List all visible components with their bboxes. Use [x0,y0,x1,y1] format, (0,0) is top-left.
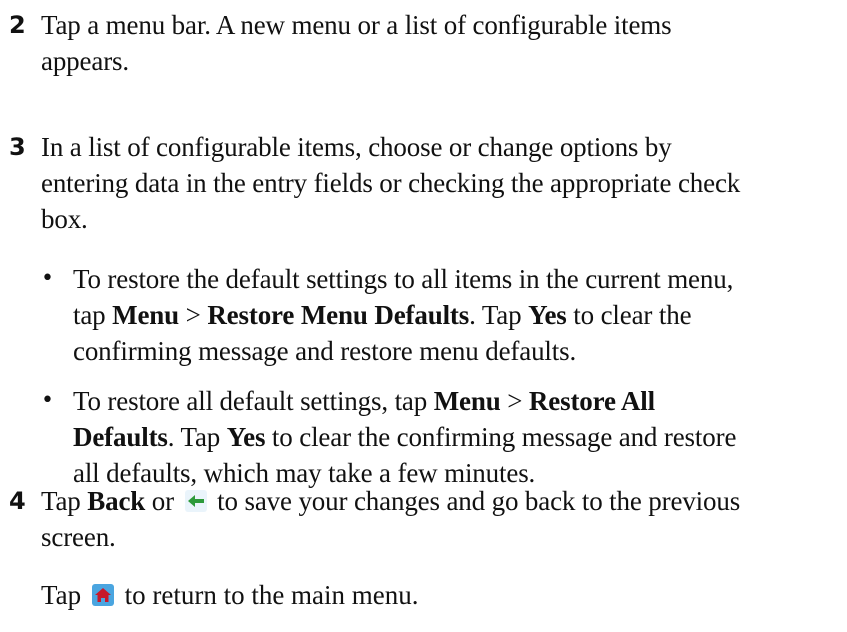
step-text: Tap a menu bar. A new menu or a list of … [41,10,672,76]
help-page: 2 Tap a menu bar. A new menu or a list o… [0,0,847,632]
step-number: 2 [9,11,26,39]
yes-label: Yes [528,300,567,330]
back-arrow-icon [184,490,207,512]
restore-menu-defaults-label: Restore Menu Defaults [207,300,470,330]
menu-label: Menu [112,300,180,330]
step-number: 3 [9,133,26,161]
step-text: Tap Back or to save your changes and go … [41,486,741,552]
yes-label: Yes [226,422,266,452]
defaults-label: Defaults [73,422,168,452]
home-instruction: Tap to return to the main menu. [41,580,419,610]
back-label: Back [87,486,146,516]
bullet-dot: • [41,266,54,291]
bullet-dot: • [41,388,54,413]
home-icon [91,584,114,606]
step-text: In a list of configurable items, choose … [41,132,741,234]
step-number: 4 [9,487,26,515]
restore-all-label: Restore All [528,386,655,416]
menu-label: Menu [433,386,501,416]
